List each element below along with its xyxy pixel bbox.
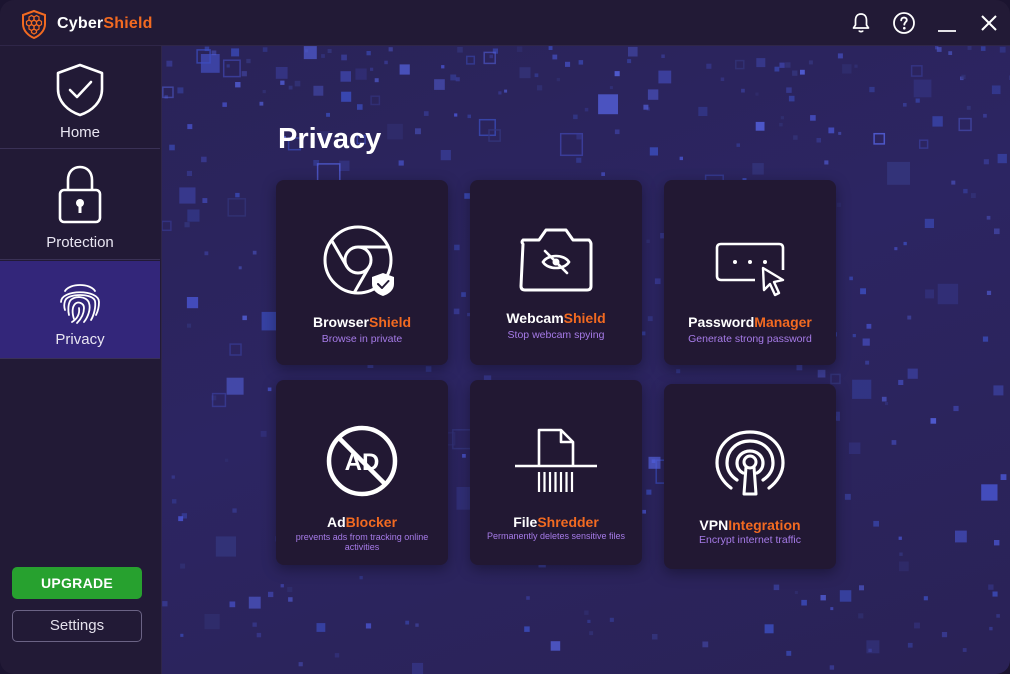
card-subtitle: Stop webcam spying	[507, 329, 605, 341]
upgrade-button[interactable]: UPGRADE	[12, 567, 142, 599]
card-title: WebcamShield	[470, 310, 642, 326]
shield-check-icon	[56, 63, 104, 117]
help-icon[interactable]	[892, 11, 916, 35]
app-title-part2: Shield	[103, 15, 153, 32]
padlock-icon	[58, 165, 102, 224]
app-title-part1: Cyber	[57, 15, 104, 32]
card-title-part2: Manager	[754, 314, 812, 330]
card-webcam-shield[interactable]: WebcamShield Stop webcam spying	[470, 180, 642, 365]
fingerprint-icon	[60, 284, 100, 324]
card-title-part1: Browser	[312, 314, 369, 330]
card-title-part1: File	[513, 514, 538, 530]
sidebar-item-protection[interactable]: Protection	[0, 150, 160, 260]
card-password-manager[interactable]: PasswordManager Generate strong password	[664, 180, 836, 365]
card-title-part2: Shield	[369, 314, 412, 330]
bell-icon[interactable]	[849, 11, 873, 35]
webcam-off-icon	[519, 228, 593, 292]
card-subtitle: prevents ads from tracking online activi…	[295, 532, 429, 552]
sidebar-item-privacy[interactable]: Privacy	[0, 261, 160, 359]
card-title: FileShredder	[470, 514, 642, 530]
cybershield-logo-icon	[22, 9, 46, 39]
card-vpn-integration[interactable]: VPNIntegration Encrypt internet traffic	[664, 384, 836, 569]
card-title-part2: Shredder	[537, 514, 599, 530]
card-title: BrowserShield	[276, 314, 448, 330]
settings-button[interactable]: Settings	[12, 610, 142, 642]
sidebar-item-label: Privacy	[55, 331, 105, 348]
card-title-part2: Blocker	[345, 514, 398, 530]
card-title: AdBlocker	[276, 514, 448, 530]
title-bar: CyberShield	[0, 0, 1010, 46]
card-title-part1: VPN	[699, 517, 729, 533]
app-window: CyberShield Home Protection Privacy UPGR…	[0, 0, 1010, 674]
minimize-icon[interactable]	[935, 11, 959, 35]
ad-block-icon: AD	[326, 425, 398, 497]
card-ad-blocker[interactable]: AD AdBlocker prevents ads from tracking …	[276, 380, 448, 565]
sidebar-item-label: Protection	[46, 234, 114, 251]
sidebar: Home Protection Privacy UPGRADE Settings	[0, 46, 162, 674]
card-title: VPNIntegration	[664, 517, 836, 533]
card-subtitle: Permanently deletes sensitive files	[486, 531, 626, 541]
page-title: Privacy	[278, 123, 382, 155]
sidebar-item-home[interactable]: Home	[0, 46, 160, 149]
close-icon[interactable]	[977, 11, 1001, 35]
card-browser-shield[interactable]: BrowserShield Browse in private	[276, 180, 448, 365]
main-content: Privacy BrowserShield Browse in private	[162, 46, 1010, 674]
card-subtitle: Encrypt internet traffic	[699, 534, 801, 546]
svg-text:AD: AD	[345, 449, 380, 476]
card-subtitle: Browse in private	[321, 333, 403, 345]
card-title-part1: Password	[688, 314, 755, 330]
card-title: PasswordManager	[664, 314, 836, 330]
card-file-shredder[interactable]: FileShredder Permanently deletes sensiti…	[470, 380, 642, 565]
vpn-keyhole-icon	[715, 430, 785, 496]
file-shredder-icon	[515, 428, 597, 492]
password-field-icon	[715, 242, 785, 297]
app-title: CyberShield	[57, 15, 153, 33]
card-title-part1: Webcam	[506, 310, 564, 326]
card-title-part2: Integration	[728, 517, 801, 533]
card-title-part1: Ad	[326, 514, 346, 530]
card-subtitle: Generate strong password	[688, 333, 812, 345]
sidebar-item-label: Home	[59, 124, 100, 141]
browser-shield-icon	[323, 225, 394, 296]
card-title-part2: Shield	[563, 310, 606, 326]
